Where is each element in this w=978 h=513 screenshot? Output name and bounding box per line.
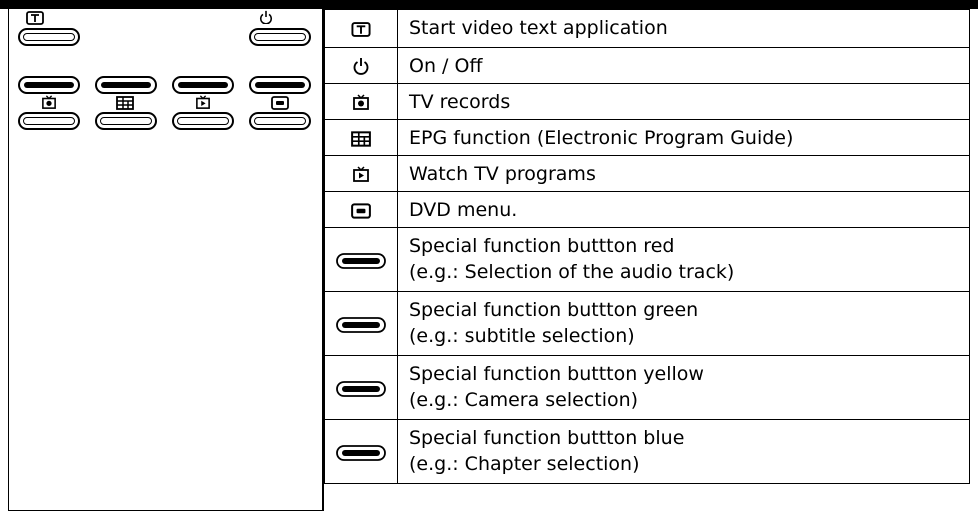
epg-grid-icon [116, 96, 134, 110]
description-text: Special function buttton yellow [409, 363, 704, 385]
description-text: Special function buttton green [409, 299, 699, 321]
function-button-icon [336, 444, 386, 461]
top-rule [0, 0, 978, 9]
table-row: On / Off [324, 47, 970, 84]
table-row: DVD menu. [324, 191, 970, 228]
dvd-menu-button[interactable] [249, 112, 311, 130]
description-cell: Special function buttton red (e.g.: Sele… [397, 227, 970, 292]
table-row: Special function buttton green (e.g.: su… [324, 291, 970, 356]
icon-cell [324, 9, 398, 48]
description-cell: On / Off [397, 47, 970, 84]
epg-grid-icon [351, 130, 371, 147]
dvd-menu-icon [351, 202, 371, 219]
description-text: EPG function (Electronic Program Guide) [409, 127, 794, 149]
tv-play-icon [353, 166, 369, 183]
description-cell: Special function buttton blue (e.g.: Cha… [397, 419, 970, 484]
legend-table: Start video text application On / Off TV… [324, 9, 970, 484]
epg-button[interactable] [95, 112, 157, 130]
description-text: Special function buttton blue [409, 427, 685, 449]
tv-record-icon [42, 95, 56, 109]
dvd-menu-icon [271, 96, 289, 110]
tv-play-icon [196, 95, 210, 109]
description-example: (e.g.: Selection of the audio track) [409, 261, 735, 283]
tv-record-button[interactable] [18, 112, 80, 130]
tv-record-icon [353, 94, 369, 111]
description-cell: DVD menu. [397, 191, 970, 228]
description-cell: Special function buttton yellow (e.g.: C… [397, 355, 970, 420]
icon-cell [324, 291, 398, 356]
icon-cell [324, 119, 398, 156]
function-button-icon [336, 252, 386, 269]
icon-cell [324, 83, 398, 120]
description-text: Start video text application [409, 17, 668, 39]
green-function-button[interactable] [95, 76, 157, 94]
teletext-icon [351, 22, 371, 37]
description-example: (e.g.: subtitle selection) [409, 325, 635, 347]
description-text: Watch TV programs [409, 163, 596, 185]
blue-function-button[interactable] [249, 76, 311, 94]
table-row: Watch TV programs [324, 155, 970, 192]
icon-cell [324, 227, 398, 292]
function-button-icon [336, 316, 386, 333]
table-row: Start video text application [324, 9, 970, 48]
icon-cell [324, 155, 398, 192]
description-text: DVD menu. [409, 199, 518, 221]
table-row: EPG function (Electronic Program Guide) [324, 119, 970, 156]
function-button-icon [336, 380, 386, 397]
icon-cell [324, 355, 398, 420]
description-text: TV records [409, 91, 511, 113]
description-example: (e.g.: Chapter selection) [409, 453, 640, 475]
table-row: TV records [324, 83, 970, 120]
description-cell: Special function buttton green (e.g.: su… [397, 291, 970, 356]
teletext-button[interactable] [18, 28, 80, 46]
table-row: Special function buttton blue (e.g.: Cha… [324, 419, 970, 484]
icon-cell [324, 191, 398, 228]
power-button[interactable] [249, 28, 311, 46]
description-cell: TV records [397, 83, 970, 120]
description-text: On / Off [409, 55, 483, 77]
description-text: Special function buttton red [409, 235, 675, 257]
description-cell: Start video text application [397, 9, 970, 48]
yellow-function-button[interactable] [172, 76, 234, 94]
description-cell: Watch TV programs [397, 155, 970, 192]
table-row: Special function buttton yellow (e.g.: C… [324, 355, 970, 420]
description-cell: EPG function (Electronic Program Guide) [397, 119, 970, 156]
remote-illustration [8, 9, 324, 511]
teletext-icon [26, 11, 44, 25]
description-example: (e.g.: Camera selection) [409, 389, 639, 411]
icon-cell [324, 47, 398, 84]
tv-play-button[interactable] [172, 112, 234, 130]
power-icon [353, 58, 369, 76]
table-row: Special function buttton red (e.g.: Sele… [324, 227, 970, 292]
red-function-button[interactable] [18, 76, 80, 94]
power-icon [260, 10, 272, 24]
icon-cell [324, 419, 398, 484]
